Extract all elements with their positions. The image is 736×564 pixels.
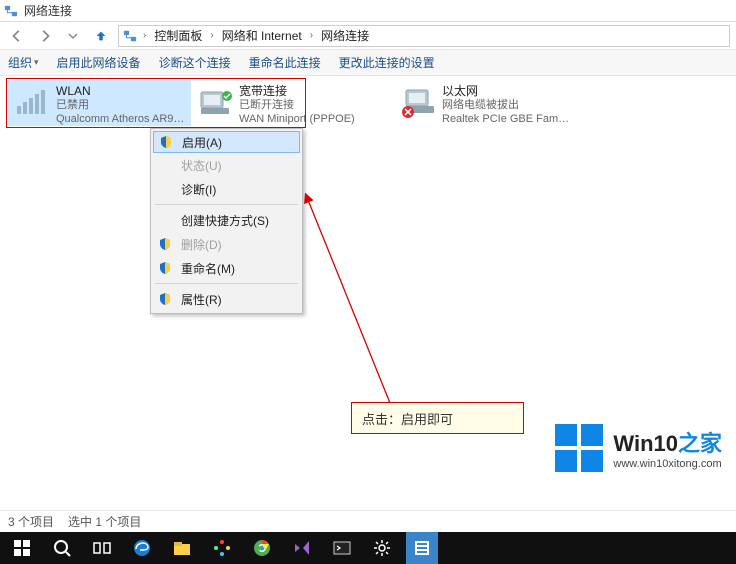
watermark-title: Win10之家 <box>613 426 722 458</box>
context-menu-item[interactable]: 重命名(M) <box>153 256 300 280</box>
ethernet-icon <box>400 84 436 120</box>
context-menu-item-label: 删除(D) <box>181 236 222 253</box>
context-menu-item-label: 重命名(M) <box>181 260 235 277</box>
windows-logo-icon <box>555 424 603 472</box>
toolbar-change-settings[interactable]: 更改此连接的设置 <box>339 54 435 71</box>
start-button[interactable] <box>6 532 38 564</box>
annotation-callout: 点击：启用即可 <box>351 402 524 434</box>
toolbar-organize-label: 组织 <box>8 54 32 71</box>
connection-status: 网络电缆被拔出 <box>442 98 571 112</box>
context-menu-item-label: 启用(A) <box>182 134 222 151</box>
status-item-count: 3 个项目 <box>8 513 54 530</box>
recent-dropdown[interactable] <box>62 25 84 47</box>
taskbar-taskview-icon[interactable] <box>86 532 118 564</box>
chevron-right-icon: › <box>306 30 317 41</box>
connection-name: 宽带连接 <box>239 84 355 98</box>
taskbar <box>0 532 736 564</box>
taskbar-search-icon[interactable] <box>46 532 78 564</box>
connection-name: 以太网 <box>442 84 571 98</box>
taskbar-explorer-icon[interactable] <box>166 532 198 564</box>
context-menu-item[interactable]: 诊断(I) <box>153 177 300 201</box>
watermark-url: www.win10xitong.com <box>613 458 722 470</box>
content-area: WLAN 已禁用 Qualcomm Atheros AR9285 ... 宽带连… <box>0 76 736 510</box>
context-menu-item-label: 诊断(I) <box>181 181 216 198</box>
back-button[interactable] <box>6 25 28 47</box>
context-menu-item-label: 属性(R) <box>181 291 222 308</box>
context-menu-separator <box>155 204 298 205</box>
connection-list: WLAN 已禁用 Qualcomm Atheros AR9285 ... 宽带连… <box>8 80 577 126</box>
taskbar-terminal-icon[interactable] <box>326 532 358 564</box>
chevron-right-icon: › <box>206 30 217 41</box>
connection-ethernet[interactable]: 以太网 网络电缆被拔出 Realtek PCIe GBE Family Cont… <box>394 80 577 126</box>
context-menu-item-label: 状态(U) <box>181 157 222 174</box>
toolbar-rename[interactable]: 重命名此连接 <box>249 54 321 71</box>
taskbar-visualstudio-icon[interactable] <box>286 532 318 564</box>
forward-button[interactable] <box>34 25 56 47</box>
context-menu-item[interactable]: 属性(R) <box>153 287 300 311</box>
title-bar: 网络连接 <box>0 0 736 22</box>
modem-icon <box>197 84 233 120</box>
context-menu-item-label: 创建快捷方式(S) <box>181 212 269 229</box>
breadcrumb-network-icon <box>123 29 137 43</box>
context-menu-item[interactable]: 创建快捷方式(S) <box>153 208 300 232</box>
connection-adapter: Realtek PCIe GBE Family Contr... <box>442 112 571 126</box>
watermark: Win10之家 www.win10xitong.com <box>555 424 722 472</box>
address-bar: › 控制面板 › 网络和 Internet › 网络连接 <box>0 22 736 50</box>
uac-shield-icon <box>157 260 173 276</box>
breadcrumb-item[interactable]: 网络连接 <box>319 27 371 44</box>
breadcrumb[interactable]: › 控制面板 › 网络和 Internet › 网络连接 <box>118 25 730 47</box>
taskbar-chrome-icon[interactable] <box>246 532 278 564</box>
toolbar-enable-device[interactable]: 启用此网络设备 <box>57 54 141 71</box>
taskbar-app-colorwheel-icon[interactable] <box>206 532 238 564</box>
uac-shield-icon <box>157 236 173 252</box>
taskbar-edge-icon[interactable] <box>126 532 158 564</box>
title-network-icon <box>4 4 18 18</box>
breadcrumb-item[interactable]: 控制面板 <box>152 27 204 44</box>
context-menu-separator <box>155 283 298 284</box>
uac-shield-icon <box>157 291 173 307</box>
context-menu-item[interactable]: 启用(A) <box>153 131 300 153</box>
breadcrumb-item[interactable]: 网络和 Internet <box>220 27 304 44</box>
up-button[interactable] <box>90 25 112 47</box>
connection-wlan[interactable]: WLAN 已禁用 Qualcomm Atheros AR9285 ... <box>8 80 191 126</box>
connection-name: WLAN <box>56 84 185 98</box>
connection-adapter: WAN Miniport (PPPOE) <box>239 112 355 126</box>
toolbar-diagnose[interactable]: 诊断这个连接 <box>159 54 231 71</box>
annotation-text: 点击：启用即可 <box>362 409 453 428</box>
window-title: 网络连接 <box>24 2 72 19</box>
connection-status: 已断开连接 <box>239 98 355 112</box>
context-menu-item: 删除(D) <box>153 232 300 256</box>
connection-broadband[interactable]: 宽带连接 已断开连接 WAN Miniport (PPPOE) <box>191 80 374 126</box>
context-menu-item: 状态(U) <box>153 153 300 177</box>
taskbar-control-panel-active[interactable] <box>406 532 438 564</box>
chevron-down-icon: ▾ <box>34 57 39 68</box>
uac-shield-icon <box>158 134 174 150</box>
connection-status: 已禁用 <box>56 98 185 112</box>
toolbar-organize[interactable]: 组织 ▾ <box>8 54 39 71</box>
status-selected-count: 选中 1 个项目 <box>68 513 141 530</box>
wifi-icon <box>14 84 50 120</box>
command-toolbar: 组织 ▾ 启用此网络设备 诊断这个连接 重命名此连接 更改此连接的设置 <box>0 50 736 76</box>
status-bar: 3 个项目 选中 1 个项目 <box>0 510 736 532</box>
connection-adapter: Qualcomm Atheros AR9285 ... <box>56 112 185 126</box>
context-menu: 启用(A) 状态(U) 诊断(I) 创建快捷方式(S) 删除(D) 重命名(M) 属性(R) <box>150 128 303 314</box>
taskbar-settings-icon[interactable] <box>366 532 398 564</box>
chevron-right-icon: › <box>139 30 150 41</box>
